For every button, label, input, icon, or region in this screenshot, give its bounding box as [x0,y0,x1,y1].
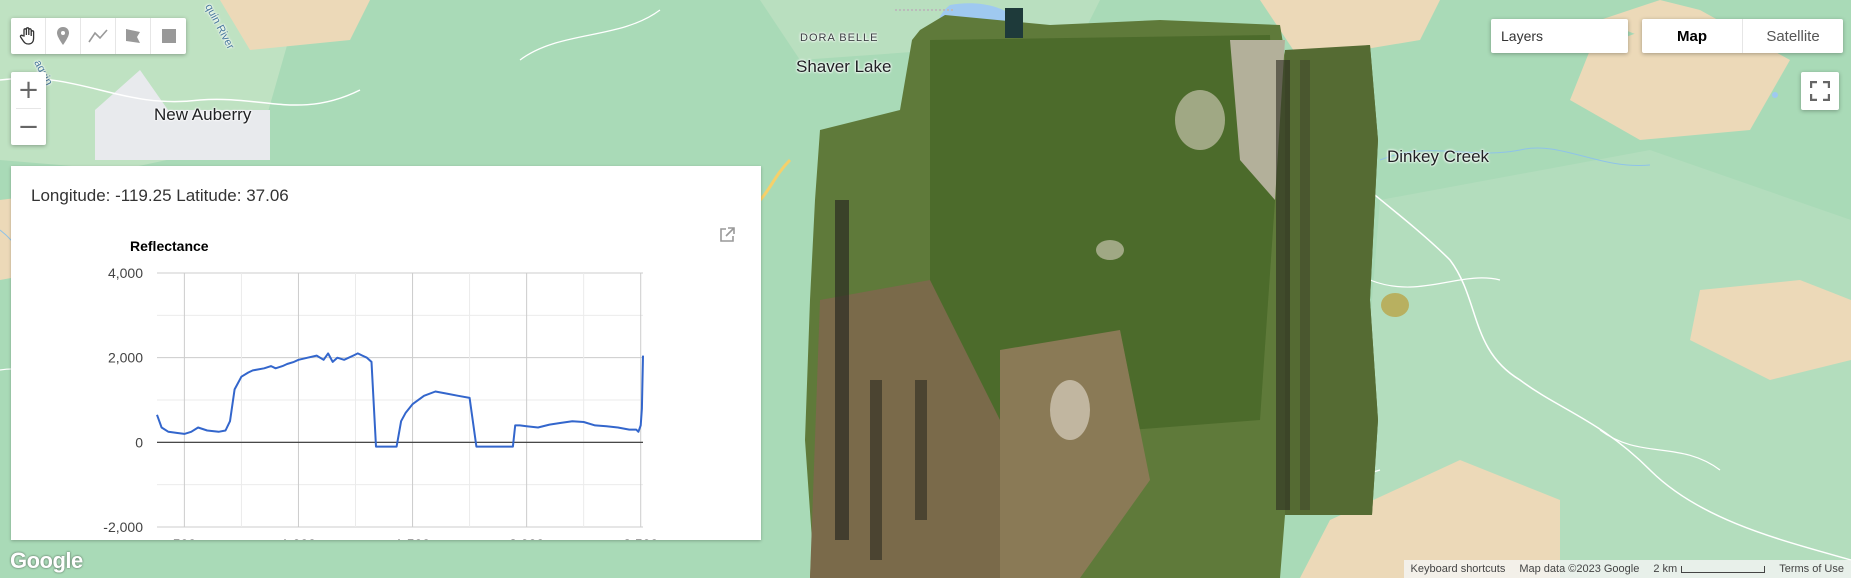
scale-control[interactable]: 2 km [1646,560,1773,578]
chart-title: Reflectance [130,238,209,254]
layers-button[interactable]: Layers [1491,19,1628,53]
chart-ytick-label: 2,000 [108,350,143,366]
scale-bar [1681,565,1766,573]
chart-xtick-label: 1,500 [395,536,430,540]
polygon-icon[interactable] [116,18,151,54]
terms-of-use-link[interactable]: Terms of Use [1772,560,1851,578]
map-type-satellite-button[interactable]: Satellite [1743,19,1843,53]
place-shaver-lake: Shaver Lake [796,57,892,76]
chart-xtick-label: 1,000 [281,536,316,540]
drawing-toolbar [11,18,186,54]
layers-label: Layers [1501,28,1544,44]
chart-xtick-label: 500 [173,536,197,540]
chart-ytick-label: -2,000 [103,519,143,535]
hand-icon[interactable] [11,18,46,54]
zoom-control: + − [11,72,46,145]
chart-xtick-label: 2,500 [623,536,658,540]
place-new-auberry: New Auberry [154,105,252,124]
fullscreen-icon [1810,81,1830,101]
zoom-out-button[interactable]: − [11,109,46,145]
chart-ytick-label: 0 [135,434,143,450]
map-attribution-bar: Keyboard shortcuts Map data ©2023 Google… [1403,560,1851,578]
scale-label: 2 km [1653,563,1678,575]
top-drag-handle[interactable] [895,0,955,11]
map-type-control: Map Satellite [1642,19,1843,53]
reflectance-chart: Reflectance 4,000 2,000 0 -2,000 500 1,000 1,50… [103,238,658,540]
polyline-icon[interactable] [81,18,116,54]
keyboard-shortcuts-link[interactable]: Keyboard shortcuts [1403,560,1513,578]
marker-icon[interactable] [46,18,81,54]
place-dora-belle: DORA BELLE [800,32,879,44]
rectangle-icon[interactable] [151,18,186,54]
chart-xtick-label: 2,000 [509,536,544,540]
map-data-text: Map data ©2023 Google [1512,560,1647,578]
google-logo[interactable]: Google [10,548,83,574]
zoom-in-button[interactable]: + [11,72,46,108]
chart-ytick-label: 4,000 [108,265,143,281]
map-type-map-button[interactable]: Map [1642,19,1743,53]
place-dinkey-creek: Dinkey Creek [1387,147,1490,166]
fullscreen-button[interactable] [1801,72,1839,110]
inspector-panel: Longitude: -119.25 Latitude: 37.06 Refle… [11,166,761,540]
